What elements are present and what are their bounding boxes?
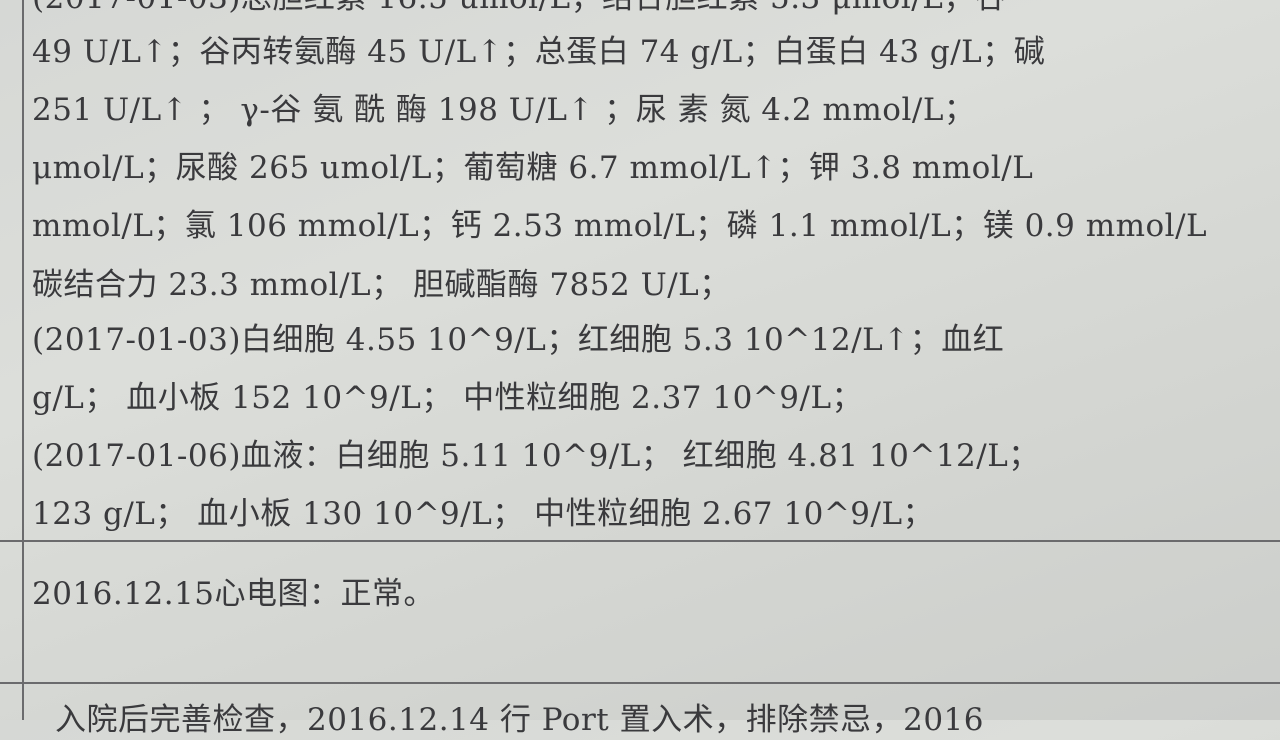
ecg-line: 2016.12.15心电图：正常。 xyxy=(32,576,435,612)
lab-line-5: mmol/L；氯 106 mmol/L；钙 2.53 mmol/L；磷 1.1 … xyxy=(32,208,1208,244)
lab-line-10: 123 g/L； 血小板 130 10^9/L； 中性粒细胞 2.67 10^9… xyxy=(32,496,935,532)
document-page: (2017-01-03)总胆红素 16.5 umol/L；结合胆红素 5.3 μ… xyxy=(0,0,1280,738)
lab-line-9: (2017-01-06)血液：白细胞 5.11 10^9/L； 红细胞 4.81… xyxy=(32,438,1040,474)
section-divider-bottom xyxy=(0,682,1280,684)
lab-line-8: g/L； 血小板 152 10^9/L； 中性粒细胞 2.37 10^9/L； xyxy=(32,380,864,416)
next-section-line: 入院后完善检查，2016.12.14 行 Port 置入术，排除禁忌，2016 xyxy=(55,702,984,738)
lab-line-7: (2017-01-03)白细胞 4.55 10^9/L；红细胞 5.3 10^1… xyxy=(32,322,1005,358)
lab-line-4: μmol/L；尿酸 265 umol/L；葡萄糖 6.7 mmol/L↑；钾 3… xyxy=(32,150,1034,186)
left-margin-rule xyxy=(22,0,24,720)
lab-line-6: 碳结合力 23.3 mmol/L； 胆碱酯酶 7852 U/L； xyxy=(32,267,731,303)
lab-line-1: (2017-01-03)总胆红素 16.5 umol/L；结合胆红素 5.3 μ… xyxy=(32,0,1006,18)
lab-line-2: 49 U/L↑；谷丙转氨酶 45 U/L↑；总蛋白 74 g/L；白蛋白 43 … xyxy=(32,34,1046,70)
lab-line-3: 251 U/L↑ ； γ-谷 氨 酰 酶 198 U/L↑ ；尿 素 氮 4.2… xyxy=(32,92,976,128)
section-divider xyxy=(0,540,1280,542)
